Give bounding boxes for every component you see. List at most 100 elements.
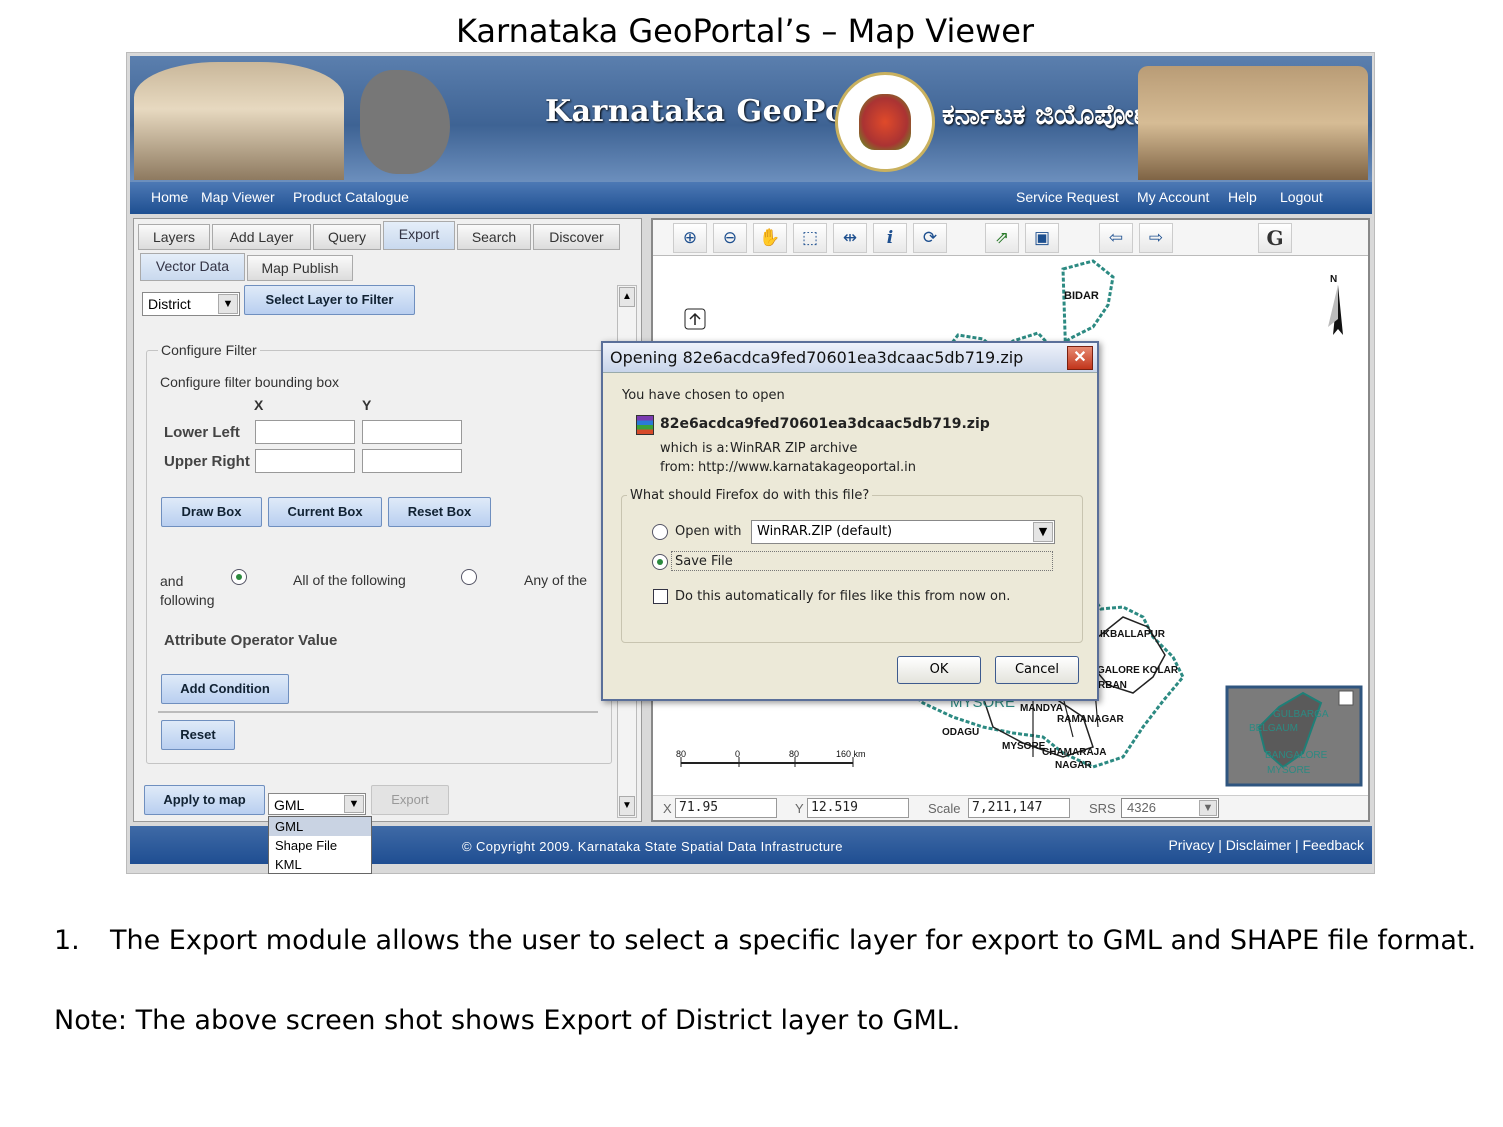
- slide-title: Karnataka GeoPortal’s – Map Viewer: [455, 12, 1035, 50]
- lower-left-x-input[interactable]: [255, 420, 355, 444]
- caption-number: 1.: [54, 925, 80, 956]
- zoom-out-icon[interactable]: ⊖: [713, 223, 747, 253]
- scale-field[interactable]: 7,211,147: [968, 798, 1070, 818]
- dropdown-option-shape-file[interactable]: Shape File: [269, 836, 371, 855]
- lower-left-y-input[interactable]: [362, 420, 462, 444]
- measure-icon[interactable]: ⇹: [833, 223, 867, 253]
- map-label: MYSORE: [1002, 741, 1046, 752]
- ok-button[interactable]: OK: [897, 656, 981, 684]
- scroll-down-icon[interactable]: ▼: [619, 796, 635, 816]
- open-with-radio[interactable]: [652, 524, 668, 540]
- map-label: CHAMARAJA: [1042, 747, 1107, 758]
- map-label: BIDAR: [1064, 290, 1099, 302]
- next-extent-icon[interactable]: ⇨: [1139, 223, 1173, 253]
- upper-right-y-input[interactable]: [362, 449, 462, 473]
- open-with-app-value: WinRAR.ZIP (default): [757, 524, 893, 539]
- all-following-radio[interactable]: [231, 569, 247, 585]
- top-navigation: Home Map Viewer Product Catalogue Servic…: [130, 182, 1372, 214]
- subtab-vector-data[interactable]: Vector Data: [140, 253, 245, 281]
- chevron-down-icon: ▼: [218, 294, 238, 314]
- open-with-app-select[interactable]: WinRAR.ZIP (default) ▼: [751, 520, 1055, 544]
- save-file-radio[interactable]: [652, 554, 668, 570]
- map-label: ODAGU: [942, 727, 980, 738]
- current-box-button[interactable]: Current Box: [268, 497, 382, 527]
- dialog-title: Opening 82e6acdca9fed70601ea3dcaac5db719…: [603, 343, 1097, 373]
- subtab-map-publish[interactable]: Map Publish: [247, 255, 353, 281]
- copyright-text: © Copyright 2009. Karnataka State Spatia…: [462, 839, 843, 854]
- map-label: RBAN: [1098, 680, 1127, 691]
- pan-hand-icon[interactable]: ✋: [753, 223, 787, 253]
- nav-product-catalogue[interactable]: Product Catalogue: [293, 189, 409, 205]
- google-maps-icon[interactable]: G: [1258, 223, 1292, 253]
- caption-note: Note: The above screen shot shows Export…: [54, 1005, 961, 1036]
- srs-value: 4326: [1127, 800, 1156, 815]
- info-icon[interactable]: i: [873, 223, 907, 253]
- scale-bar-label: 80: [676, 749, 687, 759]
- zoom-in-icon[interactable]: ⊕: [673, 223, 707, 253]
- upper-right-label: Upper Right: [164, 453, 250, 470]
- apply-to-map-button[interactable]: Apply to map: [144, 785, 265, 815]
- layer-select-value: District: [148, 296, 191, 312]
- map-label: IKBALLAPUR: [1100, 629, 1165, 640]
- any-following-radio[interactable]: [461, 569, 477, 585]
- scroll-up-icon[interactable]: ▲: [619, 287, 635, 307]
- nav-map-viewer[interactable]: Map Viewer: [201, 189, 275, 205]
- map-label: RAMANAGAR: [1057, 714, 1124, 725]
- dropdown-option-gml[interactable]: GML: [269, 817, 371, 836]
- scale-bar: [680, 757, 854, 767]
- refresh-icon[interactable]: ⟳: [913, 223, 947, 253]
- export-map-icon[interactable]: ⇗: [985, 223, 1019, 253]
- select-feature-icon[interactable]: ⬚: [793, 223, 827, 253]
- nav-help[interactable]: Help: [1228, 189, 1257, 205]
- bbox-label: Configure filter bounding box: [160, 374, 340, 390]
- open-with-label: Open with: [675, 524, 742, 539]
- tab-export[interactable]: Export: [383, 221, 455, 250]
- which-is-label: which is a:: [660, 441, 729, 456]
- scale-bar-label: 160 km: [836, 749, 866, 759]
- overview-label: MYSORE: [1267, 765, 1311, 776]
- dropdown-option-kml[interactable]: KML: [269, 855, 371, 874]
- export-button[interactable]: Export: [371, 785, 449, 815]
- karnataka-map-silhouette: [360, 70, 450, 174]
- export-format-value: GML: [274, 797, 305, 813]
- nav-service-request[interactable]: Service Request: [1016, 189, 1119, 205]
- cancel-button[interactable]: Cancel: [995, 656, 1079, 684]
- map-status-bar: X 71.95 Y 12.519 Scale 7,211,147 SRS 432…: [653, 795, 1368, 820]
- tab-discover[interactable]: Discover: [533, 224, 620, 250]
- save-file-label[interactable]: Save File: [675, 554, 733, 569]
- overview-toggle-icon[interactable]: [1338, 690, 1354, 706]
- north-label: N: [1330, 274, 1338, 285]
- map-toolbar: ⊕ ⊖ ✋ ⬚ ⇹ i ⟳ ⇗ ▣ ⇦ ⇨ G: [653, 220, 1368, 256]
- tab-layers[interactable]: Layers: [138, 224, 210, 250]
- nav-my-account[interactable]: My Account: [1137, 189, 1209, 205]
- footer-links[interactable]: Privacy | Disclaimer | Feedback: [1168, 837, 1364, 853]
- auto-checkbox[interactable]: [653, 589, 668, 604]
- upper-right-x-input[interactable]: [255, 449, 355, 473]
- tab-query[interactable]: Query: [313, 224, 381, 250]
- from-label: from:: [660, 460, 695, 475]
- tab-search[interactable]: Search: [457, 224, 531, 250]
- nav-logout[interactable]: Logout: [1280, 189, 1323, 205]
- close-icon[interactable]: ✕: [1067, 346, 1093, 370]
- chevron-down-icon: ▼: [1033, 522, 1053, 542]
- tab-add-layer[interactable]: Add Layer: [212, 224, 311, 250]
- print-map-icon[interactable]: ▣: [1025, 223, 1059, 253]
- export-format-select[interactable]: GML ▼: [268, 793, 366, 815]
- select-layer-button[interactable]: Select Layer to Filter: [244, 285, 415, 315]
- reset-button[interactable]: Reset: [161, 720, 235, 750]
- lower-left-label: Lower Left: [164, 424, 240, 441]
- y-coord-label: Y: [795, 801, 804, 816]
- layer-select[interactable]: District ▼: [142, 292, 240, 316]
- file-open-dialog: Opening 82e6acdca9fed70601ea3dcaac5db719…: [601, 341, 1099, 701]
- nav-home[interactable]: Home: [151, 189, 188, 205]
- from-value: http://www.karnatakageoportal.in: [698, 460, 916, 475]
- draw-box-button[interactable]: Draw Box: [161, 497, 262, 527]
- scale-bar-label: 0: [735, 749, 741, 759]
- previous-extent-icon[interactable]: ⇦: [1099, 223, 1133, 253]
- map-label: GALORE KOLAR: [1097, 665, 1179, 676]
- add-condition-button[interactable]: Add Condition: [161, 674, 289, 704]
- reset-box-button[interactable]: Reset Box: [388, 497, 491, 527]
- srs-select[interactable]: 4326 ▼: [1121, 798, 1219, 818]
- export-format-dropdown-list: GML Shape File KML: [268, 816, 372, 874]
- configure-filter-legend: Configure Filter: [158, 342, 260, 358]
